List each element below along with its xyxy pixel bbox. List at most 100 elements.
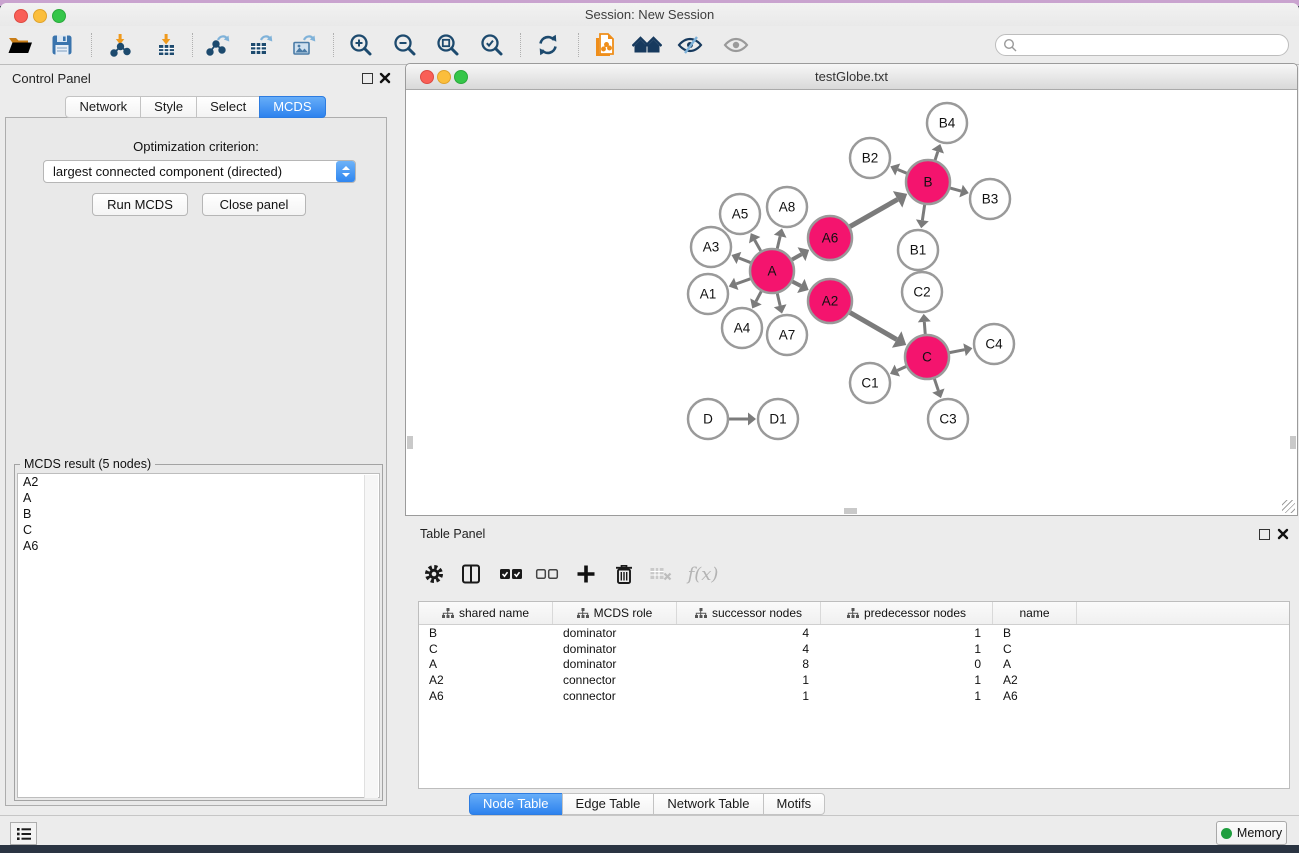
- tab-edge-table[interactable]: Edge Table: [562, 793, 655, 815]
- graph-edge-C-C1[interactable]: [897, 367, 906, 371]
- table-float-panel-icon[interactable]: [1259, 529, 1270, 540]
- zoom-out-icon[interactable]: [388, 29, 422, 61]
- close-panel-icon[interactable]: [379, 72, 391, 84]
- table-cell[interactable]: A2: [993, 673, 1077, 687]
- tab-network[interactable]: Network: [65, 96, 141, 118]
- mcds-result-item[interactable]: C: [18, 522, 379, 538]
- graph-edge-A-A3[interactable]: [739, 258, 751, 263]
- column-header-MCDS-role[interactable]: MCDS role: [553, 602, 677, 624]
- graph-edge-A-A6[interactable]: [792, 254, 802, 259]
- first-neighbors-icon[interactable]: [630, 29, 664, 61]
- column-header-predecessor-nodes[interactable]: predecessor nodes: [821, 602, 993, 624]
- tab-select[interactable]: Select: [196, 96, 260, 118]
- graph-edge-A-A2[interactable]: [792, 282, 800, 286]
- graph-edge-B-B3[interactable]: [950, 188, 961, 191]
- vertical-scrollbar-thumb[interactable]: [407, 436, 413, 449]
- zoom-in-icon[interactable]: [344, 29, 378, 61]
- table-cell[interactable]: 1: [821, 642, 993, 656]
- import-table-icon[interactable]: [149, 29, 183, 61]
- mcds-result-item[interactable]: B: [18, 506, 379, 522]
- resize-grip[interactable]: [1282, 500, 1295, 513]
- import-network-icon[interactable]: [103, 29, 137, 61]
- show-all-icon[interactable]: [719, 29, 753, 61]
- table-cell[interactable]: 1: [821, 673, 993, 687]
- task-history-button[interactable]: [10, 822, 37, 845]
- graph-edge-A-A1[interactable]: [736, 279, 750, 284]
- graph-edge-C-C2[interactable]: [924, 322, 925, 334]
- search-input[interactable]: [1017, 37, 1288, 53]
- graph-edge-C-C3[interactable]: [934, 379, 938, 391]
- tab-mcds[interactable]: MCDS: [259, 96, 325, 118]
- table-cell[interactable]: 1: [677, 673, 821, 687]
- table-cell[interactable]: 1: [821, 689, 993, 703]
- graph-edge-A-A8[interactable]: [777, 236, 780, 248]
- table-cell[interactable]: 1: [821, 626, 993, 640]
- mcds-result-item[interactable]: A: [18, 490, 379, 506]
- zoom-fit-icon[interactable]: [431, 29, 465, 61]
- table-cell[interactable]: B: [993, 626, 1077, 640]
- column-header-shared-name[interactable]: shared name: [419, 602, 553, 624]
- graph-edge-A-A5[interactable]: [755, 240, 761, 251]
- table-cell[interactable]: dominator: [553, 626, 677, 640]
- function-builder-icon[interactable]: f(x): [683, 558, 723, 590]
- table-close-panel-icon[interactable]: [1277, 528, 1289, 540]
- graph-edge-A2-C[interactable]: [850, 312, 897, 339]
- criterion-select[interactable]: largest connected component (directed): [43, 160, 356, 183]
- table-row[interactable]: Bdominator41B: [419, 625, 1289, 641]
- show-column-icon[interactable]: [455, 558, 487, 590]
- table-cell[interactable]: C: [993, 642, 1077, 656]
- float-panel-icon[interactable]: [362, 73, 373, 84]
- export-image-icon[interactable]: [287, 29, 321, 61]
- tab-motifs[interactable]: Motifs: [763, 793, 826, 815]
- graph-edge-B-B1[interactable]: [922, 205, 924, 221]
- table-row[interactable]: A6connector11A6: [419, 688, 1289, 704]
- close-panel-button[interactable]: Close panel: [202, 193, 306, 216]
- graph-edge-A6-B[interactable]: [850, 199, 898, 226]
- table-row[interactable]: A2connector11A2: [419, 672, 1289, 688]
- column-header-name[interactable]: name: [993, 602, 1077, 624]
- add-column-icon[interactable]: [570, 558, 602, 590]
- save-session-icon[interactable]: [45, 29, 79, 61]
- table-cell[interactable]: dominator: [553, 642, 677, 656]
- refresh-icon[interactable]: [531, 29, 565, 61]
- table-cell[interactable]: 8: [677, 657, 821, 671]
- table-cell[interactable]: C: [419, 642, 553, 656]
- vertical-scrollbar-thumb-right[interactable]: [1290, 436, 1296, 449]
- open-file-icon[interactable]: [3, 29, 37, 61]
- run-mcds-button[interactable]: Run MCDS: [92, 193, 188, 216]
- graph-edge-B-B2[interactable]: [898, 169, 907, 173]
- table-cell[interactable]: A6: [419, 689, 553, 703]
- tab-network-table[interactable]: Network Table: [653, 793, 763, 815]
- hide-selected-icon[interactable]: [673, 29, 707, 61]
- table-cell[interactable]: connector: [553, 673, 677, 687]
- zoom-selected-icon[interactable]: [475, 29, 509, 61]
- table-cell[interactable]: connector: [553, 689, 677, 703]
- table-cell[interactable]: 1: [677, 689, 821, 703]
- deselect-all-columns-icon[interactable]: [531, 558, 563, 590]
- table-row[interactable]: Adominator80A: [419, 656, 1289, 672]
- export-network-icon[interactable]: [201, 29, 235, 61]
- table-cell[interactable]: A6: [993, 689, 1077, 703]
- table-cell[interactable]: 0: [821, 657, 993, 671]
- table-cell[interactable]: dominator: [553, 657, 677, 671]
- select-all-columns-icon[interactable]: [495, 558, 527, 590]
- mcds-result-item[interactable]: A2: [18, 474, 379, 490]
- table-settings-icon[interactable]: [418, 558, 450, 590]
- search-box[interactable]: [995, 34, 1289, 56]
- mcds-list-scrollbar[interactable]: [364, 475, 378, 798]
- tab-style[interactable]: Style: [140, 96, 197, 118]
- tab-node-table[interactable]: Node Table: [469, 793, 563, 815]
- destroy-table-icon[interactable]: [645, 558, 677, 590]
- table-cell[interactable]: 4: [677, 642, 821, 656]
- memory-button[interactable]: Memory: [1216, 821, 1287, 845]
- column-header-successor-nodes[interactable]: successor nodes: [677, 602, 821, 624]
- graph-edge-B-B4[interactable]: [935, 152, 938, 161]
- horizontal-scrollbar-thumb[interactable]: [844, 508, 857, 514]
- table-cell[interactable]: A: [419, 657, 553, 671]
- graph-edge-A-A4[interactable]: [756, 291, 761, 301]
- mcds-result-item[interactable]: A6: [18, 538, 379, 554]
- export-table-icon[interactable]: [244, 29, 278, 61]
- graph-edge-A-A7[interactable]: [777, 293, 780, 305]
- table-cell[interactable]: 4: [677, 626, 821, 640]
- delete-columns-icon[interactable]: [608, 558, 640, 590]
